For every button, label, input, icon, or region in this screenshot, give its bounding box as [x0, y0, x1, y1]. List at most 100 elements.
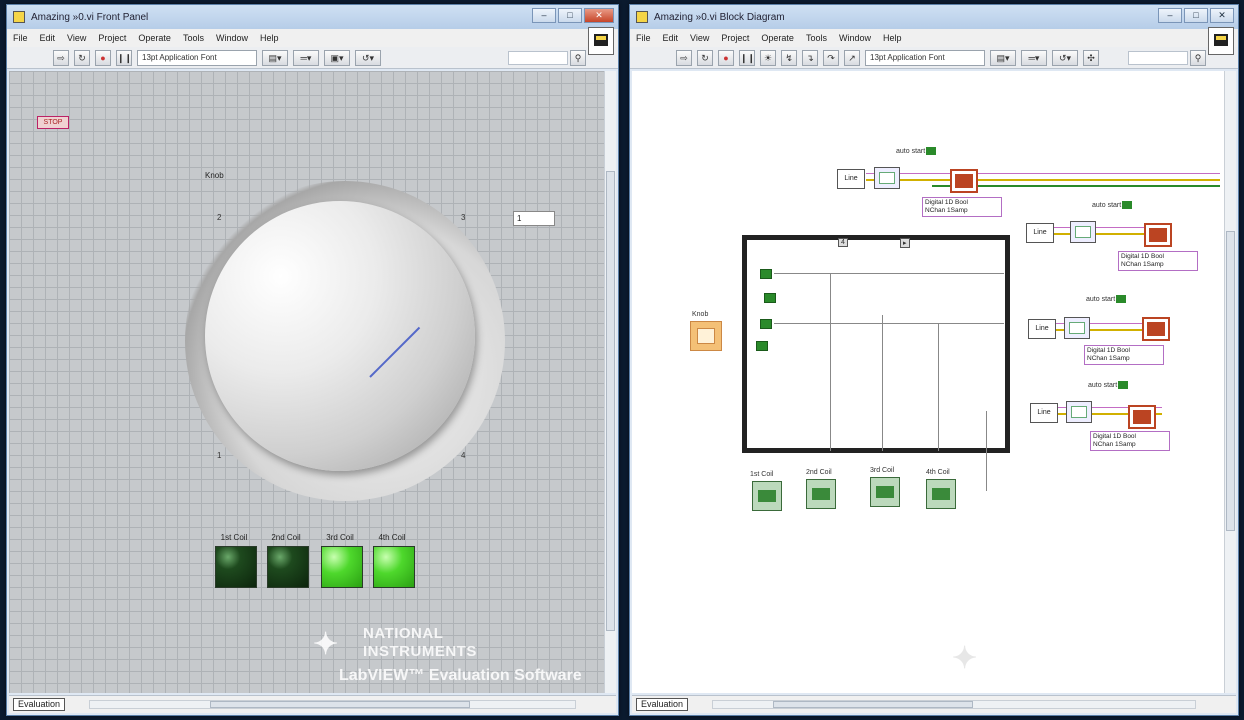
front-panel-vertical-scrollbar[interactable] [604, 71, 616, 693]
run-continuous-icon[interactable]: ↻ [697, 49, 713, 66]
minimize-button[interactable]: – [1158, 8, 1182, 23]
block-diagram-statusbar: Evaluation [632, 695, 1236, 713]
maximize-button[interactable]: □ [558, 8, 582, 23]
bool-wire [986, 411, 987, 491]
step-over-icon[interactable]: ↷ [823, 49, 839, 66]
menu-tools[interactable]: Tools [806, 33, 827, 43]
menu-window[interactable]: Window [216, 33, 248, 43]
connector-pane-icon[interactable] [588, 27, 614, 55]
distribute-objects-icon[interactable]: ═▾ [293, 49, 319, 66]
daq-write-node[interactable] [1144, 223, 1172, 247]
bool-constant[interactable] [756, 341, 768, 351]
menu-window[interactable]: Window [839, 33, 871, 43]
bool-wire [882, 315, 883, 451]
indicator-4th-coil[interactable] [926, 479, 956, 509]
daq-polymorphic-selector[interactable]: Digital 1D Bool NChan 1Samp [1118, 251, 1198, 271]
block-diagram-horizontal-scrollbar[interactable] [712, 700, 1196, 709]
search-input[interactable] [1128, 51, 1188, 65]
pause-icon[interactable]: ❙❙ [739, 49, 755, 66]
menu-edit[interactable]: Edit [663, 33, 679, 43]
minimize-button[interactable]: – [532, 8, 556, 23]
daq-polymorphic-selector[interactable]: Digital 1D Bool NChan 1Samp [1090, 431, 1170, 451]
clean-up-diagram-icon[interactable]: ✣ [1083, 49, 1099, 66]
search-icon[interactable]: ⚲ [1190, 50, 1206, 66]
abort-icon[interactable]: ● [95, 49, 111, 66]
knob-digital-display[interactable]: 1 [513, 211, 555, 226]
maximize-button[interactable]: □ [1184, 8, 1208, 23]
led-label: 4th Coil [378, 533, 406, 542]
bool-wire [774, 273, 1004, 274]
menu-help[interactable]: Help [260, 33, 279, 43]
distribute-objects-icon[interactable]: ═▾ [1021, 49, 1047, 66]
daq-task-node[interactable] [1070, 221, 1096, 243]
menu-tools[interactable]: Tools [183, 33, 204, 43]
daq-task-reference[interactable]: Line [837, 169, 865, 189]
knob-control[interactable] [205, 201, 475, 471]
indicator-3rd-coil[interactable] [870, 477, 900, 507]
block-diagram-titlebar[interactable]: Amazing »0.vi Block Diagram – □ ✕ [630, 5, 1238, 29]
daq-task-node[interactable] [874, 167, 900, 189]
case-structure[interactable] [742, 235, 1010, 453]
reorder-icon[interactable]: ↺▾ [355, 49, 381, 66]
bool-constant[interactable] [760, 269, 772, 279]
bool-constant[interactable] [764, 293, 776, 303]
menu-view[interactable]: View [690, 33, 709, 43]
indicator-2nd-coil[interactable] [806, 479, 836, 509]
front-panel-canvas[interactable]: STOP Knob 2 3 1 4 1 1st Coil 2nd Coil 3r… [9, 71, 604, 693]
step-out-icon[interactable]: ↗ [844, 49, 860, 66]
front-panel-horizontal-scrollbar[interactable] [89, 700, 576, 709]
bool-constant[interactable] [760, 319, 772, 329]
indicator-1st-coil[interactable] [752, 481, 782, 511]
daq-write-node[interactable] [950, 169, 978, 193]
font-select[interactable]: 13pt Application Font [865, 49, 985, 66]
menu-view[interactable]: View [67, 33, 86, 43]
daq-write-node[interactable] [1142, 317, 1170, 341]
pause-icon[interactable]: ❙❙ [116, 49, 132, 66]
connector-pane-icon[interactable] [1208, 27, 1234, 55]
daq-task-node[interactable] [1066, 401, 1092, 423]
labview-app-icon [13, 11, 25, 23]
menu-operate[interactable]: Operate [761, 33, 794, 43]
daq-polymorphic-selector[interactable]: Digital 1D Bool NChan 1Samp [1084, 345, 1164, 365]
menu-project[interactable]: Project [98, 33, 126, 43]
indicator-label: 3rd Coil [870, 467, 895, 474]
reorder-icon[interactable]: ↺▾ [1052, 49, 1078, 66]
daq-task-reference[interactable]: Line [1026, 223, 1054, 243]
menu-operate[interactable]: Operate [138, 33, 171, 43]
daq-polymorphic-selector[interactable]: Digital 1D Bool NChan 1Samp [922, 197, 1002, 217]
ni-watermark-line2: INSTRUMENTS [363, 643, 477, 660]
run-arrow-icon[interactable]: ⇨ [676, 49, 692, 66]
close-button[interactable]: ✕ [584, 8, 614, 23]
daq-task-reference[interactable]: Line [1030, 403, 1058, 423]
knob-terminal[interactable] [690, 321, 722, 351]
search-input[interactable] [508, 51, 568, 65]
daq-task-node[interactable] [1064, 317, 1090, 339]
menu-file[interactable]: File [13, 33, 28, 43]
highlight-execution-icon[interactable]: ☀ [760, 49, 776, 66]
autostart-label: auto start [896, 147, 937, 155]
stop-button[interactable]: STOP [37, 116, 69, 129]
search-icon[interactable]: ⚲ [570, 50, 586, 66]
resize-objects-icon[interactable]: ▣▾ [324, 49, 350, 66]
case-selector-right[interactable]: ▸ [900, 238, 910, 248]
block-diagram-vertical-scrollbar[interactable] [1224, 71, 1236, 693]
menu-help[interactable]: Help [883, 33, 902, 43]
menu-project[interactable]: Project [721, 33, 749, 43]
run-continuous-icon[interactable]: ↻ [74, 49, 90, 66]
font-select[interactable]: 13pt Application Font [137, 49, 257, 66]
run-arrow-icon[interactable]: ⇨ [53, 49, 69, 66]
retain-wire-values-icon[interactable]: ↯ [781, 49, 797, 66]
case-selector-left[interactable]: 4 [838, 238, 848, 247]
align-objects-icon[interactable]: ▤▾ [262, 49, 288, 66]
close-button[interactable]: ✕ [1210, 8, 1234, 23]
align-objects-icon[interactable]: ▤▾ [990, 49, 1016, 66]
daq-write-node[interactable] [1128, 405, 1156, 429]
abort-icon[interactable]: ● [718, 49, 734, 66]
menu-file[interactable]: File [636, 33, 651, 43]
menu-edit[interactable]: Edit [40, 33, 56, 43]
daq-task-reference[interactable]: Line [1028, 319, 1056, 339]
block-diagram-canvas[interactable]: auto start Line Digital 1D Bool NChan 1S… [632, 71, 1224, 693]
step-into-icon[interactable]: ↴ [802, 49, 818, 66]
bool-wire [830, 273, 831, 451]
front-panel-titlebar[interactable]: Amazing »0.vi Front Panel – □ ✕ [7, 5, 618, 29]
